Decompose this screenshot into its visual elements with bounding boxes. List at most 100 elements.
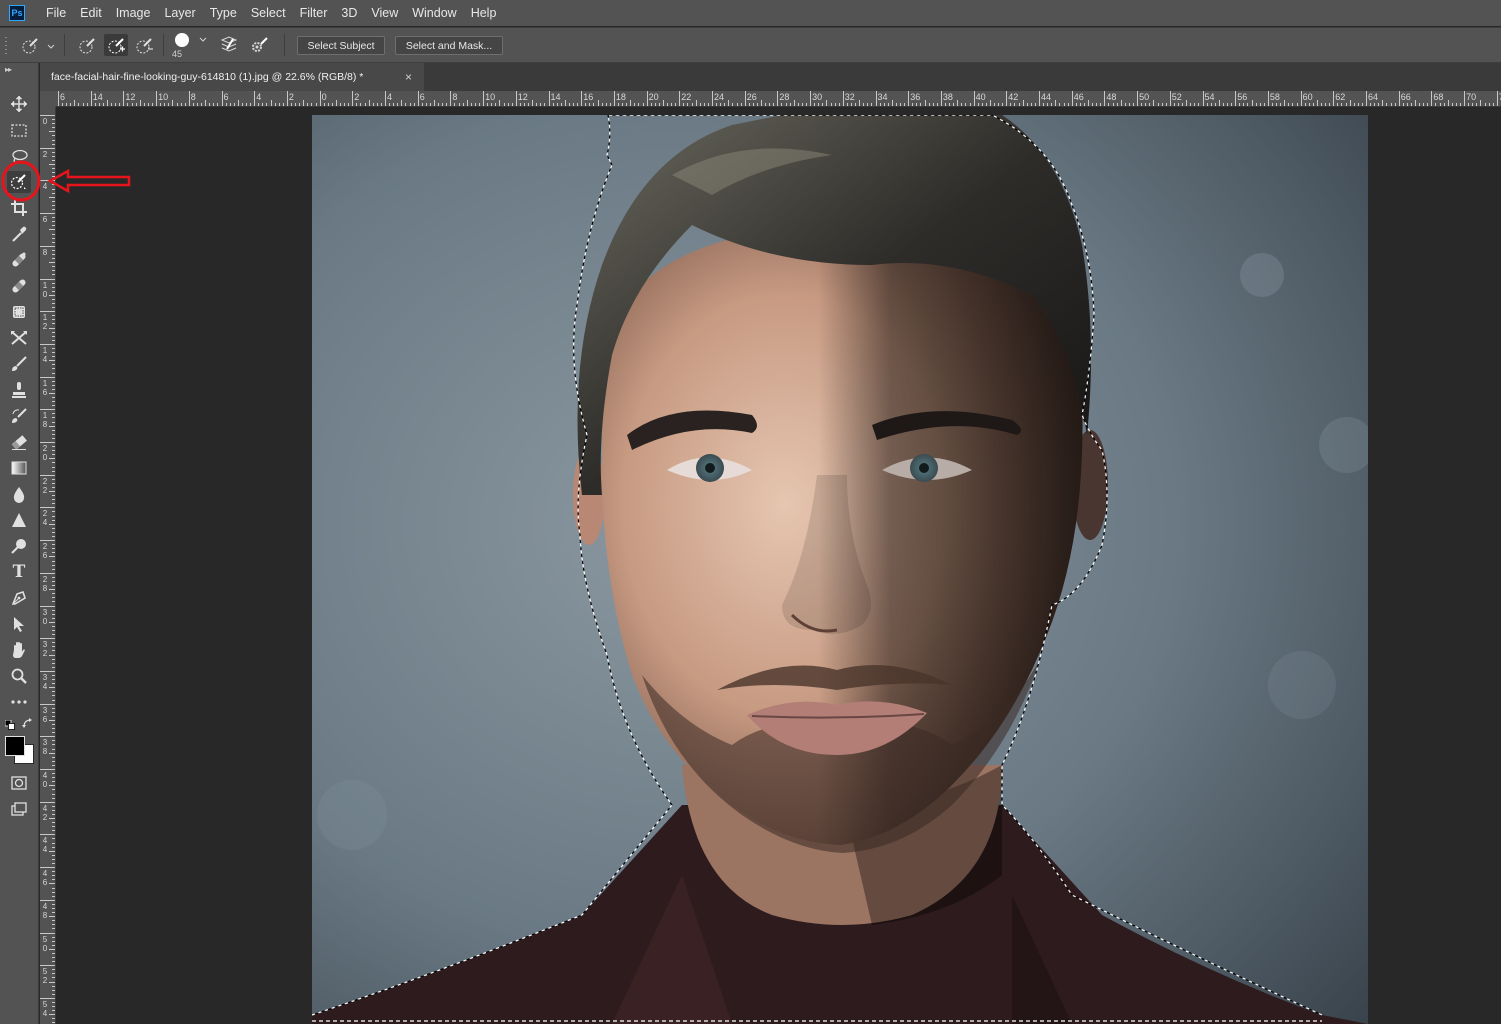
ruler-tick — [1202, 91, 1204, 106]
patch-tool[interactable] — [7, 301, 31, 323]
healing-brush-tool[interactable] — [7, 275, 31, 297]
swap-colors-icon[interactable] — [22, 718, 34, 730]
ruler-tick — [176, 103, 178, 106]
horizontal-ruler[interactable]: 6 14 12 10 8 6 4 2 0 2 4 6 8 10 12 14 16 18 20 22 24 26 28 30 32… — [56, 91, 1501, 107]
ruler-tick — [52, 454, 55, 456]
ruler-label: 14 — [550, 92, 561, 102]
edit-toolbar-button[interactable] — [7, 691, 31, 713]
sample-all-layers-button[interactable] — [218, 34, 240, 56]
ruler-tick — [834, 103, 836, 106]
crop-tool[interactable] — [7, 197, 31, 219]
ruler-tick — [335, 100, 337, 106]
menu-layer[interactable]: Layer — [157, 0, 202, 26]
gradient-tool[interactable] — [7, 457, 31, 479]
ruler-label: 42 — [1008, 92, 1019, 102]
ruler-label: 12 — [517, 92, 528, 102]
move-tool[interactable] — [7, 93, 31, 115]
ruler-tick — [613, 91, 615, 106]
ruler-tick — [52, 511, 55, 513]
subtract-from-selection-mode-button[interactable] — [133, 34, 155, 56]
ruler-tick — [1128, 103, 1130, 106]
menu-window[interactable]: Window — [405, 0, 463, 26]
eraser-tool[interactable] — [7, 431, 31, 453]
add-to-selection-mode-button[interactable] — [104, 34, 128, 56]
zoom-tool[interactable] — [7, 665, 31, 687]
ruler-tick — [1325, 103, 1327, 106]
menu-filter[interactable]: Filter — [293, 0, 335, 26]
menu-3d[interactable]: 3D — [334, 0, 364, 26]
content-aware-move-tool[interactable] — [7, 327, 31, 349]
collapse-panel-icon[interactable]: ▸▸ — [5, 65, 12, 74]
eraser-icon — [11, 435, 27, 450]
ruler-tick — [544, 103, 546, 106]
eyedropper-tool[interactable] — [7, 223, 31, 245]
menu-edit[interactable]: Edit — [73, 0, 109, 26]
menu-image[interactable]: Image — [109, 0, 158, 26]
triangle-icon — [12, 513, 26, 527]
ruler-tick — [311, 103, 313, 106]
ruler-tick — [196, 103, 198, 106]
hand-tool[interactable] — [7, 639, 31, 661]
ruler-tick — [127, 103, 129, 106]
ruler-tick — [119, 103, 121, 106]
rectangular-marquee-tool[interactable] — [7, 119, 31, 141]
tool-preset-picker[interactable] — [18, 34, 58, 56]
ruler-tick — [52, 830, 55, 832]
ruler-tick — [52, 364, 55, 366]
clone-stamp-tool[interactable] — [7, 379, 31, 401]
menu-file[interactable]: File — [39, 0, 73, 26]
brush-picker[interactable] — [170, 31, 210, 49]
menu-select[interactable]: Select — [244, 0, 293, 26]
brush-tool[interactable] — [7, 353, 31, 375]
ruler-tick — [699, 103, 701, 106]
path-selection-tool[interactable] — [7, 613, 31, 635]
ruler-tick — [52, 380, 55, 382]
default-colors-icon[interactable] — [4, 719, 15, 730]
ruler-tick — [1255, 103, 1257, 106]
ruler-tick — [52, 123, 55, 125]
new-selection-mode-button[interactable] — [76, 34, 98, 56]
ruler-tick — [977, 103, 979, 106]
spot-healing-tool[interactable] — [7, 249, 31, 271]
ruler-label: 3 2 — [42, 640, 48, 659]
screen-mode-button[interactable] — [7, 798, 31, 820]
ruler-tick — [793, 100, 795, 106]
lasso-tool[interactable] — [7, 145, 31, 167]
blur-tool[interactable] — [7, 483, 31, 505]
brush-size-label: 45 — [172, 49, 183, 59]
history-brush-tool[interactable] — [7, 405, 31, 427]
ruler-tick — [52, 303, 55, 305]
ruler-tick — [52, 764, 55, 766]
menu-view[interactable]: View — [364, 0, 405, 26]
ruler-tick — [1112, 103, 1114, 106]
menu-type[interactable]: Type — [203, 0, 244, 26]
ruler-tick — [52, 217, 55, 219]
select-subject-button[interactable]: Select Subject — [297, 36, 385, 55]
ruler-tick — [52, 728, 55, 730]
pen-tool[interactable] — [7, 587, 31, 609]
ruler-tick — [1435, 103, 1437, 106]
cross-arrows-icon — [11, 331, 27, 345]
auto-enhance-button[interactable] — [248, 34, 270, 56]
type-tool[interactable]: T — [7, 561, 31, 583]
ruler-tick — [630, 100, 632, 106]
sharpen-tool[interactable] — [7, 509, 31, 531]
quick-selection-tool[interactable] — [7, 171, 31, 193]
select-and-mask-button[interactable]: Select and Mask... — [395, 36, 503, 55]
ruler-tick — [981, 103, 983, 106]
vertical-ruler[interactable]: 0 2 4 6 8 1 0 1 2 1 4 1 6 1 8 2 0 2 2 2 4 2 6 2 8 3 0 3 … — [40, 107, 56, 1024]
ruler-tick — [52, 699, 55, 701]
ruler-tick — [147, 103, 149, 106]
menu-help[interactable]: Help — [464, 0, 504, 26]
ruler-tick — [111, 103, 113, 106]
document-image[interactable] — [312, 115, 1368, 1024]
ruler-tick — [52, 143, 55, 145]
close-tab-icon[interactable]: × — [405, 70, 412, 84]
ruler-tick — [1472, 103, 1474, 106]
dodge-tool[interactable] — [7, 535, 31, 557]
canvas-area[interactable] — [56, 107, 1501, 1024]
quick-mask-button[interactable] — [7, 772, 31, 794]
foreground-color-swatch[interactable] — [5, 736, 25, 756]
document-tab[interactable]: face-facial-hair-fine-looking-guy-614810… — [40, 63, 424, 91]
ruler-tick — [52, 429, 55, 431]
